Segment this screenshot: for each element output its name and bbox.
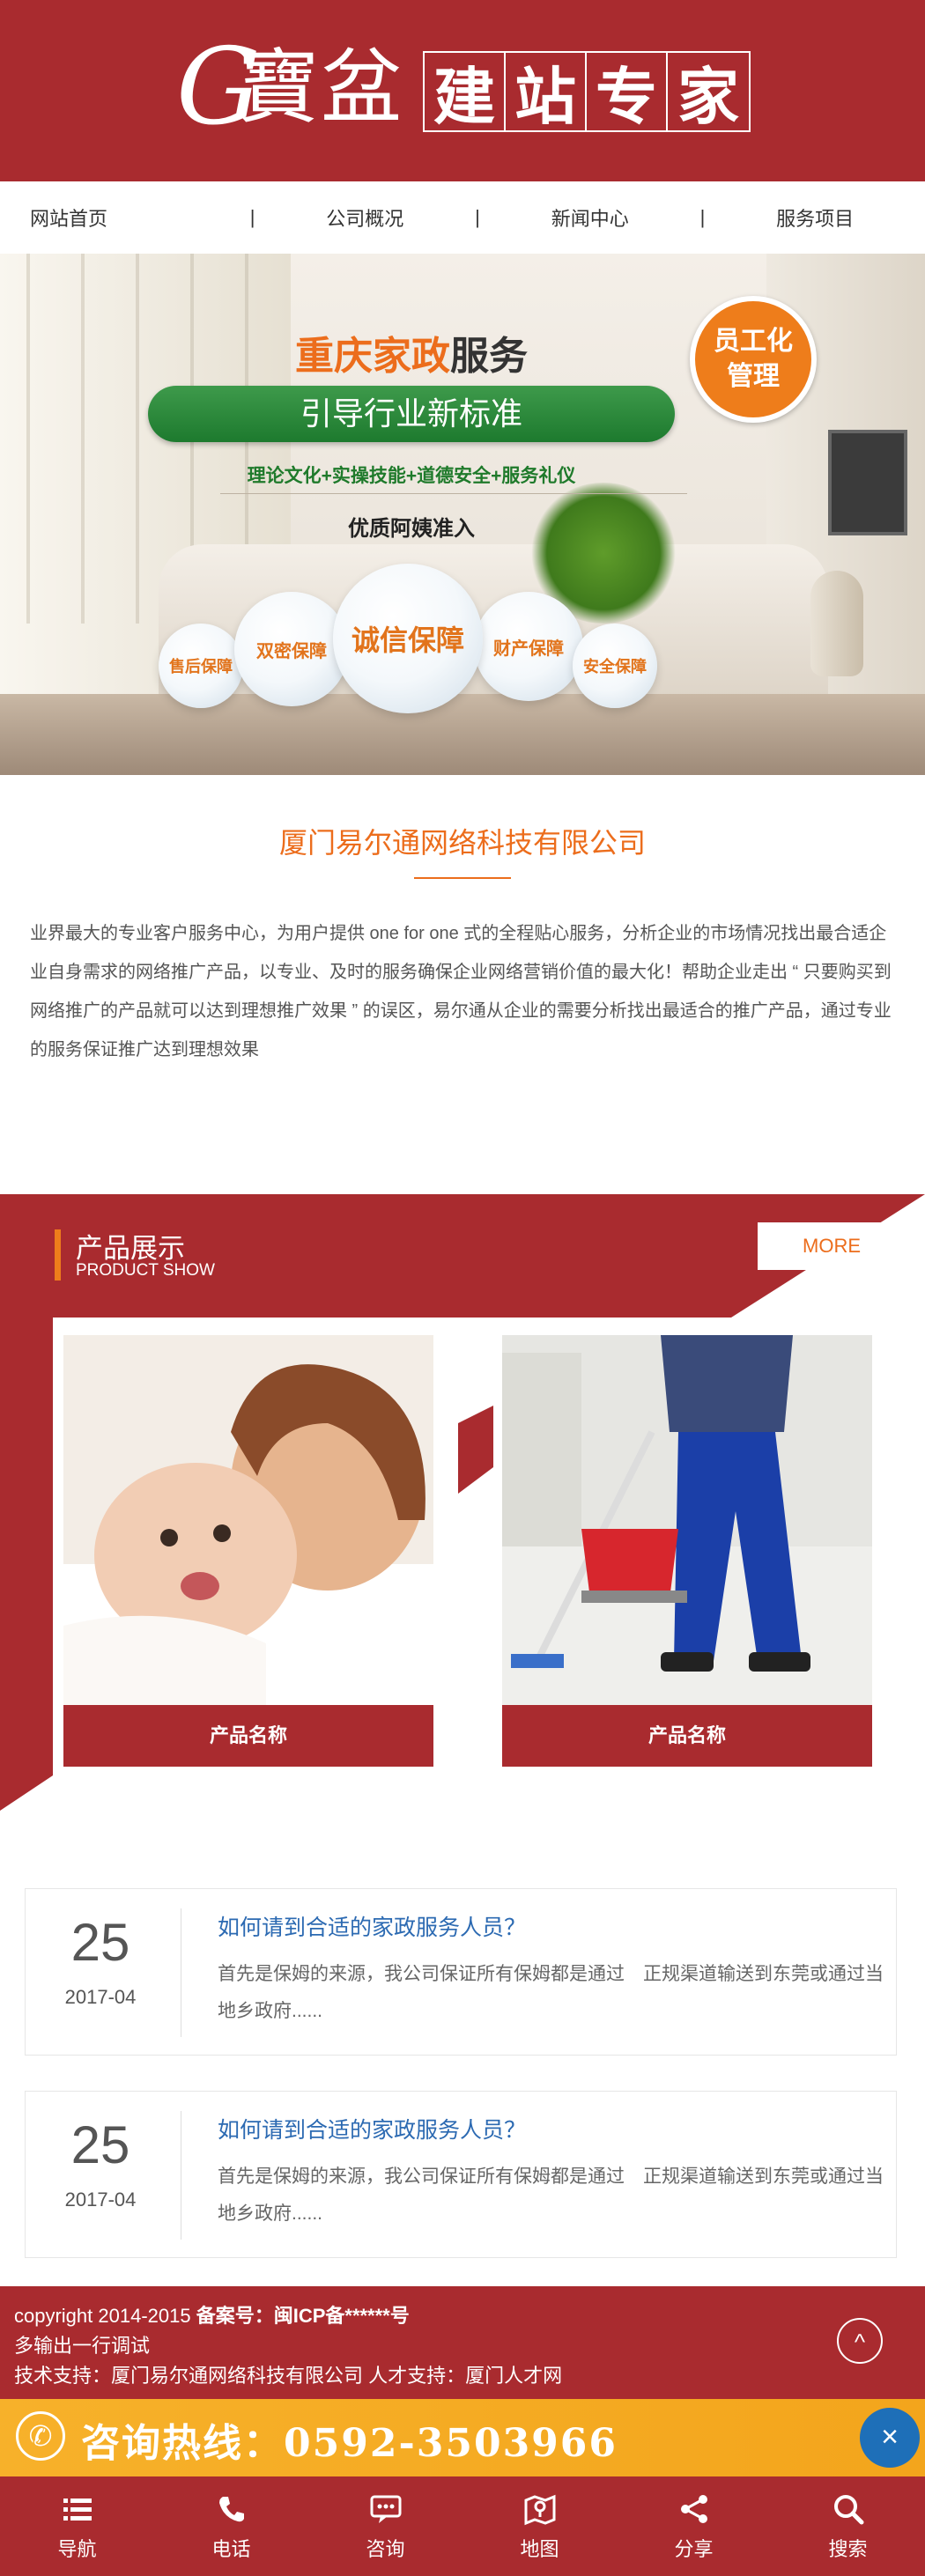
site-header: G 寶盆 建 站 专 家 xyxy=(0,0,925,181)
bottom-nav-search[interactable]: 搜索 xyxy=(771,2476,925,2576)
banner-bubble: 双密保障 xyxy=(234,592,349,706)
nav-home[interactable]: 网站首页 xyxy=(0,203,250,232)
news-day: 25 xyxy=(70,2115,130,2174)
product-card[interactable]: 产品名称 xyxy=(63,1335,433,1767)
banner-floor-image xyxy=(0,694,925,775)
products-title: 产品展示 xyxy=(76,1233,185,1264)
logo-char: 站 xyxy=(506,53,587,133)
products-more-button[interactable]: MORE xyxy=(758,1222,906,1270)
news-title-link[interactable]: 如何请到合适的家政服务人员？ xyxy=(218,1910,526,1942)
nav-company[interactable]: 公司概况 xyxy=(255,203,475,232)
banner-bubble: 诚信保障 xyxy=(333,564,483,713)
banner-tv-image xyxy=(828,430,907,535)
bottom-nav-label: 导航 xyxy=(57,2537,97,2560)
banner-subtitle: 理论文化+实操技能+道德安全+服务礼仪 xyxy=(247,466,576,486)
bottom-nav-chat[interactable]: 咨询 xyxy=(308,2476,462,2576)
bottom-nav-label: 地图 xyxy=(520,2537,559,2560)
news-excerpt: 首先是保姆的来源，我公司保证所有保姆都是通过 正规渠道输送到东莞或通过当地乡政府… xyxy=(218,1964,884,2021)
search-icon xyxy=(833,2494,863,2524)
logo-script: 寶盆 xyxy=(238,41,404,135)
product-caption[interactable]: 产品名称 xyxy=(63,1705,433,1767)
nav-services[interactable]: 服务项目 xyxy=(705,203,925,232)
hero-banner[interactable]: 重庆家政服务 引导行业新标准 理论文化+实操技能+道德安全+服务礼仪 优质阿姨准… xyxy=(0,254,925,775)
logo-char: 专 xyxy=(587,53,668,133)
product-image-mother-baby[interactable] xyxy=(63,1335,433,1705)
banner-bubble: 安全保障 xyxy=(573,624,657,708)
logo-char: 建 xyxy=(425,53,506,133)
news-item[interactable]: 25 2017-04 如何请到合适的家政服务人员？ 首先是保姆的来源，我公司保证… xyxy=(25,1888,897,2056)
banner-divider xyxy=(220,493,687,494)
top-nav: 网站首页 | 公司概况 | 新闻中心 | 服务项目 xyxy=(0,181,925,254)
news-excerpt: 首先是保姆的来源，我公司保证所有保姆都是通过 正规渠道输送到东莞或通过当地乡政府… xyxy=(218,2166,884,2224)
about-title: 厦门易尔通网络科技有限公司 xyxy=(278,827,646,859)
close-button[interactable]: × xyxy=(860,2408,920,2468)
hotline-text[interactable]: 咨询热线：0592-3503966 xyxy=(81,2411,618,2468)
bottom-nav-map[interactable]: 地图 xyxy=(462,2476,617,2576)
news-day: 25 xyxy=(70,1913,130,1972)
products-section: 产品展示 PRODUCT SHOW MORE 产品名称 产品名称 xyxy=(0,1194,925,1811)
bottom-nav-label: 电话 xyxy=(211,2537,251,2560)
news-date: 2017-04 xyxy=(64,1986,137,2008)
product-card[interactable]: 产品名称 xyxy=(502,1335,872,1767)
product-image-cleaner[interactable] xyxy=(502,1335,872,1705)
logo-slogan-box: 建 站 专 家 xyxy=(423,51,751,133)
products-subtitle: PRODUCT SHOW xyxy=(76,1261,215,1280)
logo-char: 家 xyxy=(677,59,739,133)
banner-vase-image xyxy=(810,571,863,676)
map-icon xyxy=(524,2494,555,2525)
phone-icon: ✆ xyxy=(16,2411,65,2461)
back-to-top-button[interactable]: ^ xyxy=(837,2318,883,2364)
phone-icon xyxy=(218,2496,244,2521)
bottom-nav-label: 分享 xyxy=(674,2537,714,2560)
site-footer: copyright 2014-2015 备案号：闽ICP备******号 多输出… xyxy=(0,2286,925,2399)
nav-news[interactable]: 新闻中心 xyxy=(480,203,700,232)
news-date: 2017-04 xyxy=(64,2188,137,2211)
bottom-nav-label: 咨询 xyxy=(366,2537,405,2560)
news-item[interactable]: 25 2017-04 如何请到合适的家政服务人员？ 首先是保姆的来源，我公司保证… xyxy=(25,2091,897,2258)
share-icon xyxy=(680,2494,707,2523)
bottom-nav-label: 搜索 xyxy=(828,2537,868,2560)
bottom-nav-phone[interactable]: 电话 xyxy=(154,2476,308,2576)
banner-bubble: 财产保障 xyxy=(474,592,583,701)
bottom-nav-share[interactable]: 分享 xyxy=(617,2476,771,2576)
footer-copyright: copyright 2014-2015 备案号：闽ICP备******号 xyxy=(14,2305,410,2327)
footer-debug-line: 多输出一行调试 xyxy=(14,2335,151,2357)
site-logo[interactable]: G 寶盆 建 站 专 家 xyxy=(176,35,751,141)
section-accent-bar xyxy=(55,1229,61,1281)
bottom-nav-menu[interactable]: 导航 xyxy=(0,2476,154,2576)
menu-icon xyxy=(63,2498,92,2521)
about-title-underline xyxy=(414,877,511,879)
hotline-bar[interactable]: ✆ 咨询热线：0592-3503966 × xyxy=(0,2399,925,2476)
about-text: 业界最大的专业客户服务中心，为用户提供 one for one 式的全程贴心服务… xyxy=(30,924,892,1059)
bottom-nav: 导航 电话 咨询 地图 分享 搜索 xyxy=(0,2476,925,2576)
banner-bubble: 售后保障 xyxy=(159,624,243,708)
news-title-link[interactable]: 如何请到合适的家政服务人员？ xyxy=(218,2113,526,2144)
footer-support: 技术支持：厦门易尔通网络科技有限公司 人才支持：厦门人才网 xyxy=(14,2365,563,2387)
banner-slogan-pill: 引导行业新标准 xyxy=(148,386,675,442)
banner-badge: 员工化 管理 xyxy=(690,296,817,423)
chat-icon xyxy=(370,2495,401,2523)
banner-subtitle2: 优质阿姨准入 xyxy=(348,517,475,541)
product-caption[interactable]: 产品名称 xyxy=(502,1705,872,1767)
